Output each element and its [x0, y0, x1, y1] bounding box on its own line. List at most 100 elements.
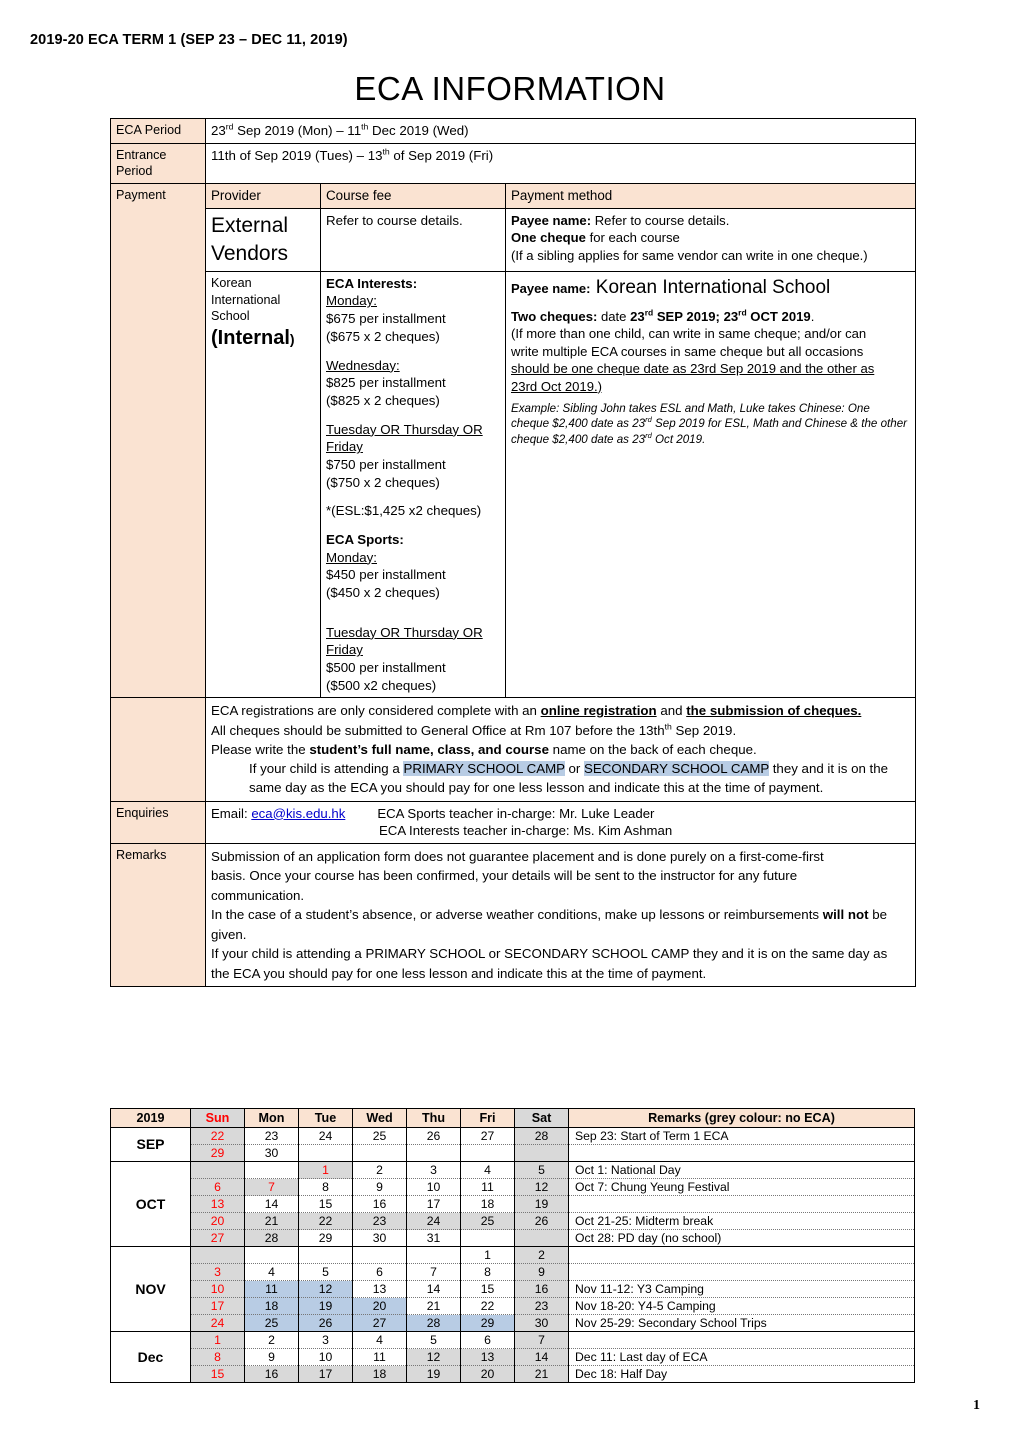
column-header-provider: Provider	[205, 183, 321, 209]
calendar-week-row: 29 30	[111, 1144, 915, 1163]
external-sibling-note: (If a sibling applies for same vendor ca…	[511, 247, 868, 263]
interests-fee-1: $825 per installment	[326, 375, 446, 391]
calendar-day-cell: 19	[514, 1195, 569, 1214]
calendar-day-cell: 6	[190, 1178, 245, 1197]
calendar-day-cell: 18	[244, 1297, 299, 1316]
calendar-day-cell: 11	[460, 1178, 515, 1197]
calendar-day-cell: 29	[298, 1229, 353, 1248]
table-row-remarks: Remarks Submission of an application for…	[110, 842, 917, 988]
calendar-day-cell: 31	[406, 1229, 461, 1248]
student-details-emph: student’s full name, class, and course	[309, 741, 549, 757]
calendar-day-cell: 3	[298, 1331, 353, 1350]
calendar-day-cell: 25	[352, 1126, 407, 1146]
calendar-week-row: 13 14 15 16 17 18 19	[111, 1195, 915, 1214]
eca-period-pre: 23	[211, 123, 226, 138]
internal-two-cheques-line: Two cheques: date 23rd SEP 2019; 23rd OC…	[511, 308, 910, 325]
calendar-day-cell: 8	[298, 1178, 353, 1197]
calendar-day-cell: 21	[406, 1297, 461, 1316]
calendar-day-cell	[352, 1246, 407, 1265]
interests-fee-2: $750 per installment	[326, 456, 446, 472]
reg-note-line2: All cheques should be submitted to Gener…	[211, 721, 737, 738]
internal-paren-line-1: (If more than one child, can write in sa…	[511, 326, 867, 342]
calendar-day-cell	[460, 1144, 515, 1163]
external-payee-label: Payee name:	[511, 212, 592, 228]
calendar-day-cell: 2	[514, 1246, 569, 1265]
calendar-week-row: NOV 1 2	[110, 1246, 915, 1333]
calendar-day-header-sun: Sun	[190, 1108, 245, 1128]
calendar-day-cell: 5	[514, 1161, 569, 1180]
calendar-week-row: 24 25 26 27 28 29 30 Nov 25-29: Secondary Schoo…	[111, 1314, 915, 1333]
cheque-date-2: 23rd OCT 2019	[723, 307, 811, 325]
calendar-day-cell: 17	[190, 1297, 245, 1316]
entrance-period-label: Entrance Period	[110, 142, 206, 185]
calendar-day-cell: 28	[406, 1314, 461, 1333]
table-row-external-vendors: External Vendors Refer to course details…	[111, 207, 917, 272]
calendar-day-cell: 24	[406, 1212, 461, 1231]
calendar-day-cell: 27	[190, 1229, 245, 1248]
sports-cheques-1: ($500 x2 cheques)	[326, 677, 437, 693]
calendar-week-row: 20 21 22 23 24 25 26 Oct 21-25: Midterm break	[111, 1212, 915, 1231]
enquiries-cell: Email: eca@kis.edu.hk ECA Sports teacher …	[204, 800, 917, 844]
example-sup2: rd	[645, 430, 652, 440]
calendar-day-cell	[298, 1246, 353, 1265]
calendar-day-cell: 20	[460, 1365, 515, 1384]
external-one-cheque-bold: One cheque	[511, 230, 586, 246]
registration-note-blank-label	[110, 697, 206, 802]
calendar-day-cell: 15	[190, 1365, 245, 1384]
calendar-day-cell: 6	[352, 1263, 407, 1282]
table-row-column-headings: Payment Provider Course fee Payment meth…	[110, 183, 917, 699]
enquiries-label: Enquiries	[110, 800, 206, 844]
calendar-day-cell: 25	[460, 1212, 515, 1231]
calendar-day-cell: 27	[460, 1126, 515, 1146]
enquiries-line-1: Email: eca@kis.edu.hk ECA Sports teacher …	[211, 805, 910, 823]
remarks-p3-l2: the ECA you should pay for one less less…	[211, 965, 707, 981]
calendar-day-cell: 22	[190, 1126, 245, 1146]
calendar-day-cell	[460, 1229, 515, 1248]
calendar-day-cell: 23	[352, 1212, 407, 1231]
calendar-day-cell: 22	[460, 1297, 515, 1316]
calendar-week-row: SEP 22 23 24 25 26 27 28 Sep 23: Start of Term 1…	[110, 1126, 915, 1163]
eca-interests-title: ECA Interests:	[326, 275, 418, 291]
calendar-day-cell: 16	[244, 1365, 299, 1384]
eca-email-link[interactable]: eca@kis.edu.hk	[251, 806, 345, 821]
sports-fee-0: $450 per installment	[326, 567, 446, 583]
external-one-cheque-rest: for each course	[585, 230, 680, 246]
calendar-day-cell: 2	[244, 1331, 299, 1350]
calendar-day-cell	[514, 1144, 569, 1163]
calendar-remark-cell: Oct 28: PD day (no school)	[568, 1229, 915, 1248]
internal-underlined-2: 23rd Oct 2019.)	[511, 378, 602, 394]
eca-period-mid: Sep 2019 (Mon) – 11	[233, 123, 362, 138]
calendar-header-row: 2019 Sun Mon Tue Wed Thu Fri Sat Remarks…	[110, 1108, 915, 1128]
calendar-day-cell	[406, 1246, 461, 1265]
internal-payee-label: Payee name:	[511, 280, 591, 296]
online-registration-emph: online registration	[540, 703, 657, 719]
calendar-remarks-header: Remarks (grey colour: no ECA)	[568, 1108, 915, 1128]
eca-sports-teacher: ECA Sports teacher in-charge: Mr. Luke L…	[377, 805, 655, 821]
remarks-label: Remarks	[110, 842, 206, 988]
calendar-day-cell: 21	[244, 1212, 299, 1231]
calendar-week-row: 15 16 17 18 19 20 21 Dec 18: Half Day	[111, 1365, 915, 1384]
calendar-day-cell: 1	[460, 1246, 515, 1265]
calendar-day-cell: 23	[514, 1297, 569, 1316]
calendar-week-row: 3456789	[111, 1263, 915, 1282]
calendar-day-cell: 4	[352, 1331, 407, 1350]
calendar-day-cell: 26	[406, 1126, 461, 1146]
calendar-week-row: 27 28 29 30 31 Oct 28: PD day (no school)	[111, 1229, 915, 1248]
kis-line3: School	[211, 309, 250, 324]
calendar-remark-cell: Nov 11-12: Y3 Camping	[568, 1280, 915, 1299]
registration-note-cell: ECA registrations are only considered co…	[204, 697, 917, 802]
calendar-day-cell	[298, 1144, 353, 1163]
calendar-day-cell: 18	[460, 1195, 515, 1214]
calendar-day-cell: 4	[244, 1263, 299, 1282]
period-mark: .	[810, 309, 815, 325]
external-payment-method: Payee name: Refer to course details. One…	[504, 207, 917, 272]
calendar-day-cell: 7	[244, 1178, 299, 1197]
interests-cheques-1: ($825 x 2 cheques)	[326, 392, 440, 408]
calendar-remark-cell: Sep 23: Start of Term 1 ECA	[568, 1126, 915, 1146]
calendar-day-cell: 28	[514, 1126, 569, 1146]
calendar-day-cell	[244, 1161, 299, 1180]
calendar-day-header-mon: Mon	[244, 1108, 299, 1128]
internal-paren-line-2: write multiple ECA courses in same chequ…	[511, 343, 864, 359]
remarks-p1-l1: Submission of an application form does n…	[211, 848, 824, 864]
calendar-day-cell: 26	[298, 1314, 353, 1333]
